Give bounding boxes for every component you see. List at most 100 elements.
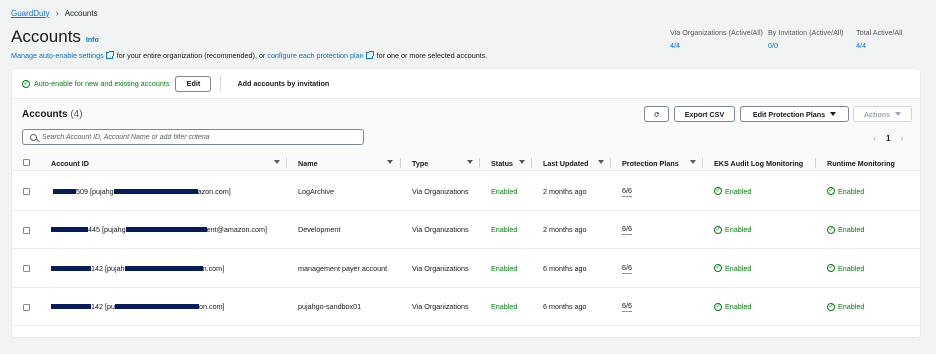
column-header-account-id[interactable]: Account ID [51,155,89,171]
table-title: Accounts (4) [22,109,83,120]
search-field[interactable] [22,129,364,145]
table-row[interactable]: 445 [pujahg ent@amazon.com] Development V… [12,211,920,250]
page-header: Accounts Info [11,27,99,47]
row-checkbox[interactable] [23,226,30,234]
check-circle-icon: ✓ [827,264,835,273]
column-header-protection-plans[interactable]: Protection Plans [622,155,679,171]
stat-label: Total Active/All [856,28,903,37]
account-id-text: 509 [pujahg [76,186,114,196]
stat-by-invitation: By Invitation (Active/All) 0/0 [768,28,844,50]
check-circle-icon: ✓ [714,225,722,234]
pagination-next[interactable]: › [900,133,903,143]
search-input[interactable] [42,133,342,141]
eks-audit-status: ✓ Enabled [714,172,751,211]
protection-plans-value[interactable]: 6/6 [622,301,632,313]
external-link-icon [105,51,114,59]
runtime-status-text: Enabled [838,186,865,196]
add-accounts-by-invitation-button[interactable]: Add accounts by invitation [237,79,329,88]
last-updated: 2 months ago [543,225,587,235]
runtime-status-text: Enabled [838,225,865,235]
column-divider[interactable] [610,158,611,168]
runtime-monitoring-status: ✓ Enabled [827,172,864,211]
account-id-text: 142 [pujah [91,263,125,273]
caret-down-icon [895,112,902,116]
configure-protection-plan-link[interactable]: configure each protection plan [267,51,363,60]
column-header-type[interactable]: Type [412,155,428,171]
redaction-bar [114,304,199,310]
row-checkbox[interactable] [23,265,30,272]
account-type: Via Organizations [412,302,469,312]
edit-protection-plans-button[interactable]: Edit Protection Plans [740,106,849,122]
accounts-table-panel: Accounts (4) Export CSV Edit Protection … [11,99,921,338]
runtime-monitoring-status: ✓ Enabled [827,249,864,288]
redaction-bar [51,304,91,310]
eks-audit-status-text: Enabled [725,302,752,312]
column-header-runtime-monitoring[interactable]: Runtime Monitoring [827,155,895,171]
stat-value[interactable]: 4/4 [670,41,763,50]
column-divider[interactable] [286,158,287,168]
account-email-end: azon.com] [197,186,231,196]
protection-plans-value[interactable]: 6/6 [622,186,632,197]
table-row[interactable]: 142 [pu on.com] pujahgo-sandbox01 Via Org… [12,288,920,327]
account-id-cell: 142 [pu on.com] [51,288,920,327]
last-updated: 6 months ago [543,263,587,273]
pagination-page[interactable]: 1 [886,134,890,143]
column-header-eks-audit-log-monitoring[interactable]: EKS Audit Log Monitoring [714,155,803,171]
stat-value[interactable]: 0/0 [768,41,844,50]
account-type: Via Organizations [412,263,469,273]
edit-protection-plans-label: Edit Protection Plans [752,109,826,119]
pagination-prev[interactable]: ‹ [873,133,876,143]
status-badge: Enabled [491,302,518,312]
protection-plans-value[interactable]: 6/6 [622,263,632,274]
column-header-status[interactable]: Status [491,155,513,171]
column-header-last-updated[interactable]: Last Updated [543,155,589,171]
redaction-bar [51,265,91,271]
sort-icon[interactable] [690,160,696,164]
table-row[interactable]: 509 [pujahg azon.com] LogArchive Via Orga… [12,172,920,211]
sort-icon[interactable] [467,160,473,164]
redaction-bar [53,188,76,194]
sort-icon[interactable] [274,160,280,164]
eks-audit-status: ✓ Enabled [714,211,751,250]
column-divider[interactable] [702,158,703,168]
stat-value[interactable]: 4/4 [856,41,902,50]
sort-icon[interactable] [387,160,393,164]
breadcrumb-guardduty[interactable]: GuardDuty [11,9,50,18]
row-checkbox[interactable] [23,188,30,195]
last-updated: 2 months ago [543,186,587,196]
account-id-cell: 445 [pujahg ent@amazon.com] [51,211,920,250]
description-text-2: for one or more selected accounts. [376,51,488,60]
protection-plans-value[interactable]: 6/6 [622,224,632,236]
stat-label: Via Organizations (Active/All) [670,28,763,37]
info-link[interactable]: Info [86,37,99,44]
manage-auto-enable-link[interactable]: Manage auto-enable settings [11,51,104,60]
edit-auto-enable-button[interactable]: Edit [175,75,212,92]
refresh-button[interactable] [644,106,669,122]
auto-enable-bar: ✓ Auto-enable for new and existing accou… [11,68,921,99]
table-row[interactable]: 142 [pujah n.com] management payer accoun… [12,249,920,288]
column-divider[interactable] [531,158,532,168]
export-csv-button[interactable]: Export CSV [674,106,735,122]
column-header-name[interactable]: Name [298,155,318,171]
auto-enable-status-text: Auto-enable for new and existing account… [34,79,170,88]
column-divider[interactable] [400,158,401,168]
stat-via-organizations: Via Organizations (Active/All) 4/4 [670,28,763,50]
check-circle-icon: ✓ [827,225,835,234]
sort-icon[interactable] [598,160,604,164]
sort-icon[interactable] [519,160,525,164]
last-updated: 6 months ago [543,302,587,312]
account-email-end: ent@amazon.com] [206,225,268,235]
select-all-checkbox[interactable] [23,159,30,166]
caret-down-icon [830,112,837,116]
page-description: Manage auto-enable settings for your ent… [11,51,487,60]
column-divider[interactable] [815,158,816,168]
row-checkbox[interactable] [23,303,30,311]
account-name: management payer account [298,263,388,273]
runtime-status-text: Enabled [838,302,865,312]
account-name: pujahgo-sandbox01 [298,302,362,312]
account-id-cell: 509 [pujahg azon.com] [51,172,920,211]
actions-dropdown[interactable]: Actions [853,106,912,122]
redaction-bar [124,265,203,271]
column-divider[interactable] [479,158,480,168]
account-id-text: 142 [pu [91,302,115,312]
